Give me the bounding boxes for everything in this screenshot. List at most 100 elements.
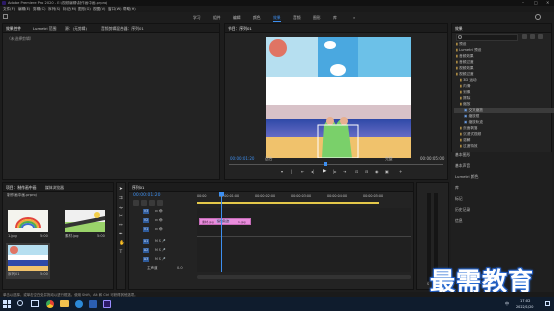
workspace-learn[interactable]: 学习 — [193, 15, 201, 21]
timeline-settings-icon[interactable] — [157, 200, 163, 206]
section-lumetri-color[interactable]: Lumetri 颜色 — [455, 174, 478, 180]
tree-item-zoom-boxes[interactable]: ▣ 缩放框 — [464, 114, 479, 119]
step-forward-icon[interactable]: |▸ — [333, 169, 336, 174]
chrome-icon[interactable] — [46, 300, 54, 308]
tree-item-audio-effects[interactable]: ▮ 音频效果 — [456, 54, 474, 59]
razor-tool-icon[interactable]: ✂ — [119, 214, 123, 219]
tree-item-video-transitions[interactable]: ▮ 视频过渡 — [456, 72, 474, 77]
step-back-icon[interactable]: ◂| — [311, 169, 314, 174]
search-taskbar-icon[interactable] — [17, 300, 23, 306]
track-header-v3[interactable]: V3 ⊡ 👁 — [133, 208, 195, 216]
go-to-out-icon[interactable]: ⇥ — [343, 169, 346, 174]
yuv-effects-icon[interactable] — [538, 34, 543, 39]
tab-project[interactable]: 项目：制作画中画 — [6, 185, 36, 191]
track-header-v1[interactable]: V1 ⊡ 👁 — [133, 226, 195, 234]
workspace-color[interactable]: 颜色 — [253, 15, 261, 21]
clip-v2-material[interactable]: 素材.jpg 缩放轨迹 1.jpg — [199, 218, 251, 225]
tree-item-dissolve[interactable]: ▮ 溶解 — [460, 138, 470, 143]
monitor-playhead[interactable] — [324, 162, 327, 166]
tab-source[interactable]: 源：(无剪辑) — [65, 26, 87, 32]
workspace-libraries[interactable]: 库 — [333, 15, 337, 21]
section-essential-sound[interactable]: 基本声音 — [455, 163, 470, 169]
add-marker-icon[interactable] — [149, 200, 155, 206]
play-icon[interactable]: ▶ — [323, 169, 326, 174]
tab-lumetri-scopes[interactable]: Lumetri 范围 — [33, 26, 56, 32]
tree-item-wipe[interactable]: ▮ 擦除 — [460, 96, 470, 101]
workspace-effects[interactable]: 效果 — [273, 15, 281, 22]
quality-dropdown[interactable]: 完整 — [385, 156, 393, 162]
tree-item-cross-zoom[interactable]: ▣ 交叉缩放 — [454, 108, 554, 113]
tree-item-page-peel[interactable]: ▮ 页面剥落 — [460, 126, 478, 131]
fit-dropdown[interactable]: 适合 — [265, 156, 273, 162]
solo-icon-left[interactable]: S — [427, 282, 429, 286]
work-area-bar[interactable] — [197, 202, 379, 204]
word-icon[interactable] — [89, 300, 97, 308]
tree-item-3d-motion[interactable]: ▮ 3D 运动 — [460, 78, 477, 83]
input-language[interactable]: 中 — [505, 301, 509, 307]
slip-tool-icon[interactable]: ↔ — [119, 223, 123, 228]
tab-effects[interactable]: 效果 — [455, 26, 463, 32]
mark-in-icon[interactable]: ▾ — [281, 169, 283, 174]
add-button-icon[interactable]: + — [399, 169, 402, 174]
monitor-scrubber[interactable] — [229, 164, 443, 165]
section-markers[interactable]: 标记 — [455, 196, 463, 202]
tree-item-zoom[interactable]: ▮ 缩放 — [460, 102, 470, 107]
timeline-playhead-handle[interactable] — [219, 192, 224, 196]
export-frame-icon[interactable]: ◉ — [375, 169, 379, 174]
mark-out-icon[interactable]: | — [291, 169, 292, 174]
notification-icon[interactable] — [545, 301, 550, 306]
compare-icon[interactable]: ▣ — [385, 169, 389, 174]
section-libraries[interactable]: 库 — [455, 185, 459, 191]
tab-media-browser[interactable]: 媒体浏览器 — [45, 185, 64, 191]
file-explorer-icon[interactable] — [60, 300, 69, 307]
time-ruler[interactable]: 00:00 00:00:01:00 00:00:02:00 00:00:03:0… — [197, 193, 411, 205]
clock-date[interactable]: 2022/1/20 — [516, 305, 533, 309]
tab-audio-clip-mixer[interactable]: 音频剪辑混合器：序列01 — [101, 26, 144, 32]
ripple-edit-tool-icon[interactable]: ⟛ — [119, 205, 123, 211]
selection-tool-icon[interactable]: ➤ — [119, 187, 123, 192]
clip-thumbnail-2[interactable] — [65, 210, 105, 232]
tree-item-audio-transitions[interactable]: ▮ 音频过渡 — [456, 60, 474, 65]
effects-search-input[interactable] — [456, 34, 518, 41]
tab-program-monitor[interactable]: 节目：序列01 — [228, 26, 252, 32]
task-view-icon[interactable] — [31, 300, 39, 307]
tree-item-presets[interactable]: ▮ 预设 — [456, 42, 466, 47]
minimize-icon[interactable]: – — [522, 0, 524, 5]
program-timecode[interactable]: 00:00:01:20 — [230, 156, 254, 161]
accelerated-effects-icon[interactable] — [522, 34, 527, 39]
type-tool-icon[interactable]: T — [120, 250, 123, 255]
track-header-v2[interactable]: V2 ⊡ 👁 — [133, 217, 195, 225]
tree-item-iris[interactable]: ▮ 划像 — [460, 90, 470, 95]
tab-effect-controls[interactable]: 效果控件 — [6, 26, 21, 32]
section-info[interactable]: 信息 — [455, 218, 463, 224]
go-to-in-icon[interactable]: ⇤ — [301, 169, 304, 174]
clip-thumbnail-1[interactable] — [8, 210, 48, 232]
linked-selection-icon[interactable] — [141, 200, 147, 206]
track-header-a3[interactable]: A3 M S 🎤 — [133, 256, 195, 264]
snap-icon[interactable] — [133, 200, 139, 206]
edge-icon[interactable] — [75, 300, 83, 308]
track-header-a1[interactable]: A1 M S 🎤 — [133, 238, 195, 246]
tree-item-zoom-trails[interactable]: ▣ 缩放轨迹 — [464, 120, 483, 125]
tree-item-special-transitions[interactable]: ▮ 过渡特效 — [460, 144, 478, 149]
close-icon[interactable]: ✕ — [546, 0, 549, 5]
timeline-playhead[interactable] — [221, 192, 222, 272]
workspace-audio[interactable]: 音频 — [293, 15, 301, 21]
clock-time[interactable]: 17:02 — [520, 299, 530, 303]
timeline-timecode[interactable]: 00:00:01:20 — [133, 193, 160, 198]
track-area[interactable]: 素材.jpg 缩放轨迹 1.jpg — [197, 192, 411, 272]
32bit-effects-icon[interactable] — [530, 34, 535, 39]
workspace-assembly[interactable]: 组件 — [213, 15, 221, 21]
section-history[interactable]: 历史记录 — [455, 207, 470, 213]
extract-icon[interactable]: ⊟ — [365, 169, 368, 174]
tree-item-lumetri-presets[interactable]: ▮ Lumetri 预设 — [456, 48, 481, 53]
search-icon[interactable] — [535, 14, 541, 20]
workspace-editing[interactable]: 编辑 — [233, 15, 241, 21]
tree-item-immersive-video[interactable]: ▮ 沉浸式视频 — [460, 132, 481, 137]
timeline-scrollbar[interactable] — [197, 275, 411, 279]
section-essential-graphics[interactable]: 基本图形 — [455, 152, 470, 158]
track-header-a2[interactable]: A2 M S 🎤 — [133, 247, 195, 255]
pen-tool-icon[interactable]: ✒ — [119, 232, 123, 237]
home-icon[interactable] — [3, 14, 8, 19]
tab-sequence[interactable]: 序列01 — [132, 185, 144, 191]
